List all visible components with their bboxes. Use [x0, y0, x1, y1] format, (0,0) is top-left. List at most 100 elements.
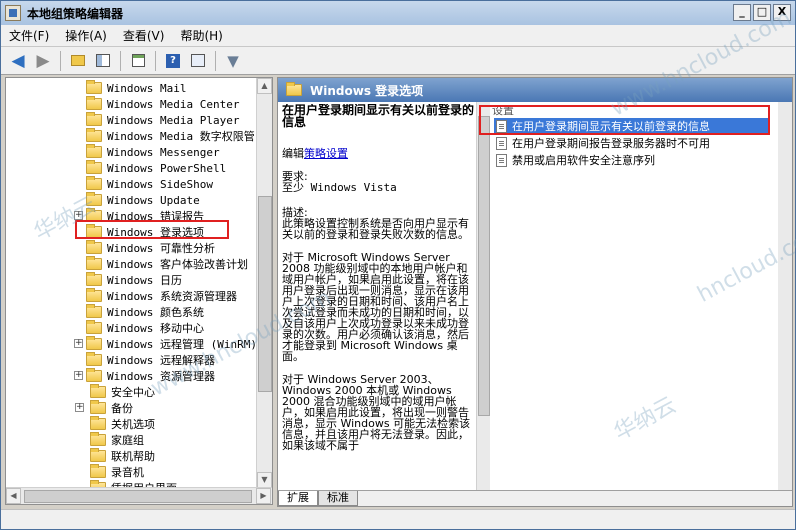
tree-item[interactable]: 家庭组 — [90, 432, 144, 448]
export-list-icon[interactable] — [127, 50, 149, 72]
tree-item-label: Windows 日历 — [107, 274, 182, 287]
tree-item[interactable]: Windows 客户体验改善计划 — [86, 256, 248, 272]
gpedit-window: 本地组策略编辑器 _ □ X 文件(F) 操作(A) 查看(V) 帮助(H) ◀… — [0, 0, 796, 530]
settings-row[interactable]: 禁用或启用软件安全注意序列 — [496, 152, 655, 168]
tree-item-label: Windows 远程管理 (WinRM) — [107, 338, 257, 351]
tree-item[interactable]: Windows Media Center — [86, 96, 239, 112]
folder-icon — [90, 384, 106, 398]
folder-icon — [86, 288, 102, 302]
folder-icon — [86, 112, 102, 126]
settings-row[interactable]: 在用户登录期间报告登录服务器时不可用 — [496, 135, 710, 151]
window-title: 本地组策略编辑器 — [27, 6, 124, 21]
setting-title: 在用户登录期间显示有关以前登录的信息 — [282, 104, 475, 129]
edit-prefix: 编辑 — [282, 147, 304, 160]
tab-standard[interactable]: 标准 — [318, 491, 358, 506]
tab-extended[interactable]: 扩展 — [278, 491, 318, 506]
menu-view[interactable]: 查看(V) — [115, 26, 173, 46]
tree-item-label: 录音机 — [111, 466, 144, 479]
up-folder-icon[interactable] — [67, 50, 89, 72]
menu-bar: 文件(F) 操作(A) 查看(V) 帮助(H) — [1, 25, 795, 47]
highlight-box-setting — [479, 105, 770, 135]
highlight-box-tree — [75, 220, 229, 239]
filter-icon[interactable]: ▼ — [222, 50, 244, 72]
tree-scroll-thumb[interactable] — [258, 196, 272, 392]
tree-item[interactable]: Windows Media Player — [86, 112, 239, 128]
tree-item[interactable]: Windows Update — [86, 192, 200, 208]
settings-scrollbar[interactable] — [778, 102, 792, 490]
tree-item-label: Windows Media 数字权限管 — [107, 130, 255, 143]
tree-item-label: Windows Mail — [107, 81, 187, 95]
menu-file[interactable]: 文件(F) — [1, 26, 57, 46]
folder-icon — [86, 368, 102, 382]
tree-item[interactable]: Windows SideShow — [86, 176, 213, 192]
tree-item[interactable]: 安全中心 — [90, 384, 155, 400]
settings-list: 设置 在用户登录期间显示有关以前登录的信息 在用户登录期间报告登录服务器时不可用… — [490, 102, 792, 490]
folder-icon — [286, 82, 302, 96]
menu-help[interactable]: 帮助(H) — [172, 26, 230, 46]
description-scroll-thumb[interactable] — [478, 116, 490, 416]
tree-item-label: Windows 资源管理器 — [107, 370, 215, 383]
show-hide-tree-icon[interactable] — [92, 50, 114, 72]
folder-icon — [86, 320, 102, 334]
properties-icon[interactable] — [187, 50, 209, 72]
tree-item[interactable]: Windows Media 数字权限管 — [86, 128, 255, 144]
folder-icon — [86, 336, 102, 350]
menu-action[interactable]: 操作(A) — [57, 26, 115, 46]
policy-tree[interactable]: Windows Mail Windows Media Center Windows … — [5, 77, 273, 505]
tree-item[interactable]: 关机选项 — [90, 416, 155, 432]
tree-hscroll-thumb[interactable] — [24, 490, 252, 503]
tree-item[interactable]: + 备份 — [75, 400, 133, 416]
tree-item[interactable]: 联机帮助 — [90, 448, 155, 464]
tree-item[interactable]: Windows 日历 — [86, 272, 182, 288]
tree-item[interactable]: 录音机 — [90, 464, 144, 480]
expand-icon[interactable]: + — [75, 403, 84, 412]
expand-icon[interactable]: + — [74, 339, 83, 348]
tree-item-label: Windows 远程解释器 — [107, 354, 215, 367]
minimize-button[interactable]: _ — [733, 4, 751, 21]
tree-item-label: 关机选项 — [111, 418, 155, 431]
close-button[interactable]: X — [773, 4, 791, 21]
description-scrollbar[interactable] — [476, 102, 490, 490]
edit-policy-link[interactable]: 策略设置 — [304, 147, 348, 160]
folder-icon — [86, 96, 102, 110]
folder-icon — [86, 272, 102, 286]
tree-item[interactable]: Windows Messenger — [86, 144, 220, 160]
tree-item-label: Windows 系统资源管理器 — [107, 290, 237, 303]
tree-item[interactable]: Windows 可靠性分析 — [86, 240, 215, 256]
app-icon — [5, 5, 21, 21]
tree-item[interactable]: Windows 远程解释器 — [86, 352, 215, 368]
tree-item[interactable]: Windows 颜色系统 — [86, 304, 204, 320]
details-header: Windows 登录选项 — [278, 78, 792, 102]
scroll-up-icon[interactable]: ▲ — [257, 78, 272, 94]
folder-icon — [86, 144, 102, 158]
maximize-button[interactable]: □ — [753, 4, 771, 21]
tree-item-label: Windows SideShow — [107, 177, 213, 191]
tree-item-label: Windows 移动中心 — [107, 322, 204, 335]
tree-vertical-scrollbar[interactable]: ▲ ▼ — [256, 78, 272, 488]
tree-item[interactable]: Windows PowerShell — [86, 160, 226, 176]
tree-item-label: Windows Media Player — [107, 113, 240, 127]
scroll-right-icon[interactable]: ▶ — [256, 488, 271, 504]
tree-horizontal-scrollbar[interactable]: ◀ ▶ — [6, 487, 272, 504]
expand-icon[interactable]: + — [74, 211, 83, 220]
tree-item[interactable]: + Windows 资源管理器 — [74, 368, 215, 384]
back-arrow-icon[interactable]: ◀ — [7, 50, 29, 72]
tree-item[interactable]: Windows Mail — [86, 80, 186, 96]
tree-item[interactable]: + Windows 远程管理 (WinRM) — [74, 336, 257, 352]
tree-item[interactable]: Windows 系统资源管理器 — [86, 288, 237, 304]
tree-item-label: 联机帮助 — [111, 450, 155, 463]
folder-icon — [86, 176, 102, 190]
requirements-value: 至少 Windows Vista — [282, 181, 397, 194]
folder-icon — [86, 240, 102, 254]
folder-icon — [90, 416, 106, 430]
scroll-left-icon[interactable]: ◀ — [6, 488, 21, 504]
tree-item[interactable]: Windows 移动中心 — [86, 320, 204, 336]
folder-icon — [86, 160, 102, 174]
scroll-down-icon[interactable]: ▼ — [257, 472, 272, 488]
help-icon[interactable]: ? — [162, 50, 184, 72]
tree-item-label: 安全中心 — [111, 386, 155, 399]
tree-item-label: Windows 可靠性分析 — [107, 242, 215, 255]
forward-arrow-icon[interactable]: ▶ — [32, 50, 54, 72]
folder-icon — [86, 192, 102, 206]
expand-icon[interactable]: + — [74, 371, 83, 380]
